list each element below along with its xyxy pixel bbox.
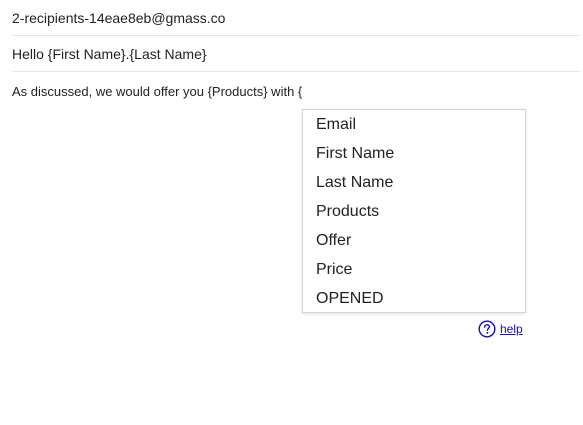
dropdown-item-first-name[interactable]: First Name [316, 144, 394, 164]
subject-text[interactable]: Hello {First Name}.{Last Name} [12, 46, 207, 62]
dropdown-item-email[interactable]: Email [316, 115, 356, 135]
dropdown-item-opened[interactable]: OPENED [316, 289, 384, 309]
dropdown-item-last-name[interactable]: Last Name [316, 173, 393, 193]
dropdown-item-products[interactable]: Products [316, 202, 379, 222]
to-field-row[interactable]: 2-recipients-14eae8eb@gmass.co [12, 0, 580, 36]
question-circle-icon[interactable] [478, 320, 496, 338]
compose-window: 2-recipients-14eae8eb@gmass.co Hello {Fi… [0, 0, 583, 425]
message-body[interactable]: As discussed, we would offer you {Produc… [12, 84, 302, 100]
dropdown-item-price[interactable]: Price [316, 260, 352, 280]
help-link[interactable]: help [478, 320, 523, 338]
dropdown-item-offer[interactable]: Offer [316, 231, 351, 251]
merge-field-dropdown: Email First Name Last Name Products Offe… [302, 109, 526, 313]
subject-field-row[interactable]: Hello {First Name}.{Last Name} [12, 36, 580, 72]
help-label[interactable]: help [500, 322, 523, 336]
to-recipient[interactable]: 2-recipients-14eae8eb@gmass.co [12, 10, 225, 26]
